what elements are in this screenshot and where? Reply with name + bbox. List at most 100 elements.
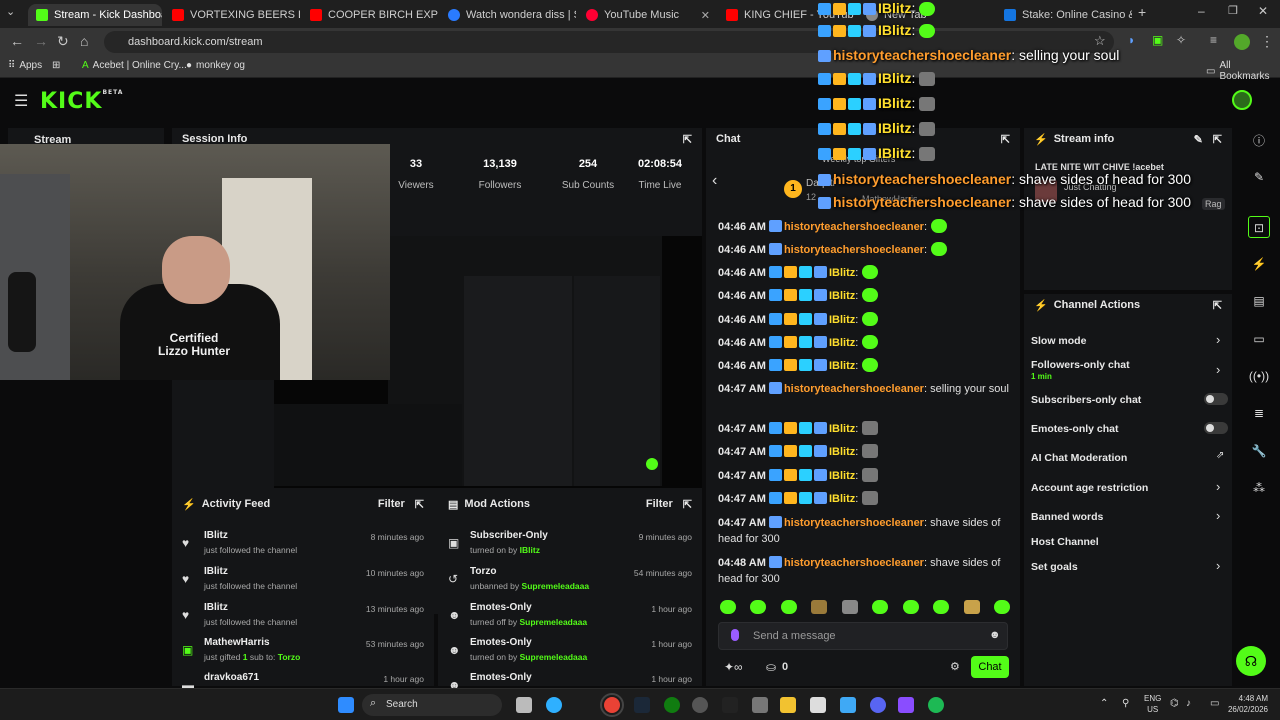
tab-search-icon[interactable]: ⌄ <box>6 5 15 18</box>
msg-user[interactable]: IBlitz <box>829 314 855 326</box>
tab-watch-wondera[interactable]: Watch wondera diss | Stre ✕ <box>440 4 576 26</box>
msg-user[interactable]: IBlitz <box>829 290 855 302</box>
points-icon[interactable]: ✦∞ <box>724 660 743 674</box>
account-age-label[interactable]: Account age restriction <box>1031 482 1148 494</box>
mod-by[interactable]: Supremeleadaaa <box>519 617 587 627</box>
tab-youtube-1[interactable]: VORTEXING BEERS LIVE W ✕ <box>164 4 300 26</box>
xbox-icon[interactable] <box>664 697 680 713</box>
extension-icon[interactable]: ◗ <box>1128 33 1135 47</box>
msg-user[interactable]: IBlitz <box>829 360 855 372</box>
info-circle-icon[interactable]: ⓘ <box>1248 130 1270 152</box>
clock[interactable]: 4:48 AM 26/02/2026 <box>1218 693 1268 715</box>
app-icon[interactable] <box>840 697 856 713</box>
extensions-puzzle-icon[interactable]: ✧ <box>1176 33 1186 47</box>
subscribers-only-toggle[interactable] <box>1204 393 1228 405</box>
activity-user[interactable]: IBlitz <box>204 566 228 577</box>
task-view-icon[interactable] <box>516 697 532 713</box>
followers-only-label[interactable]: Followers-only chat <box>1031 359 1130 371</box>
emote-icon[interactable] <box>933 600 950 614</box>
windows-start-icon[interactable] <box>338 697 354 713</box>
gift-box-icon[interactable]: ⛀ <box>766 660 776 674</box>
chevron-right-icon[interactable]: › <box>1216 332 1220 347</box>
mod-by[interactable]: IBlitz <box>520 545 540 555</box>
msg-user[interactable]: historyteachershoecleaner <box>784 221 924 233</box>
emote-icon[interactable] <box>780 600 797 614</box>
document-icon[interactable]: ▤ <box>1248 290 1270 312</box>
gift-target[interactable]: Torzo <box>278 652 301 662</box>
chevron-right-icon[interactable]: › <box>1216 508 1220 523</box>
external-link-icon[interactable]: ⇗ <box>1216 450 1224 461</box>
banned-words-label[interactable]: Banned words <box>1031 511 1103 523</box>
msg-user[interactable]: historyteachershoecleaner <box>784 244 924 256</box>
activity-user[interactable]: dravkoa671 <box>204 672 259 683</box>
popout-icon[interactable]: ⇱ <box>1001 133 1010 146</box>
support-headset-icon[interactable]: ☊ <box>1236 646 1266 676</box>
msg-user[interactable]: IBlitz <box>829 267 855 279</box>
user-avatar[interactable] <box>1232 90 1252 110</box>
close-icon[interactable]: ✕ <box>701 9 710 22</box>
microphone-icon[interactable] <box>731 629 739 641</box>
slow-mode-label[interactable]: Slow mode <box>1031 335 1086 347</box>
emote-icon[interactable] <box>811 600 828 614</box>
chrome-icon[interactable] <box>600 693 624 717</box>
tab-stake[interactable]: Stake: Online Casino & Sp ✕ <box>996 4 1132 26</box>
edge-icon[interactable] <box>546 697 562 713</box>
menu-dots-icon[interactable]: ⋮ <box>1260 33 1274 50</box>
broadcast-icon[interactable]: ((•)) <box>1248 365 1270 387</box>
kick-logo[interactable]: KICKBETA <box>40 89 123 114</box>
edit-pencil-icon[interactable]: ✎ <box>1248 166 1270 188</box>
media-icon[interactable]: ≡ <box>1210 33 1217 47</box>
msg-user[interactable]: IBlitz <box>829 493 855 505</box>
forward-icon[interactable]: → <box>34 33 48 49</box>
emote-icon[interactable] <box>902 600 919 614</box>
maximize-icon[interactable]: ❐ <box>1228 4 1238 17</box>
popout-icon[interactable]: ⇱ <box>1213 299 1222 312</box>
send-chat-button[interactable]: Chat <box>971 656 1009 678</box>
wrench-icon[interactable]: 🔧 <box>1248 440 1270 462</box>
back-icon[interactable]: ← <box>10 33 24 49</box>
hamburger-menu-icon[interactable]: ☰ <box>14 91 28 111</box>
microphone-tray-icon[interactable]: ⚲ <box>1122 698 1129 709</box>
group-icon[interactable]: ⁂ <box>1248 477 1270 499</box>
filter-button[interactable]: Filter <box>646 498 673 510</box>
emote-icon[interactable] <box>963 600 980 614</box>
msg-user[interactable]: IBlitz <box>829 470 855 482</box>
home-icon[interactable]: ⌂ <box>80 33 88 49</box>
steam-icon[interactable] <box>634 697 650 713</box>
msg-user[interactable]: historyteachershoecleaner <box>784 383 924 395</box>
layers-icon[interactable]: ≣ <box>1248 402 1270 424</box>
network-icon[interactable]: ⌬ <box>1170 698 1179 709</box>
emoji-picker-icon[interactable]: ☻ <box>989 629 1001 641</box>
mod-by[interactable]: Supremeleadaaa <box>520 652 588 662</box>
chevron-right-icon[interactable]: › <box>1216 558 1220 573</box>
tab-youtube-music[interactable]: YouTube Music ✕ <box>578 4 718 26</box>
mod-by[interactable]: Supremeleadaaa <box>522 581 590 591</box>
msg-user[interactable]: historyteachershoecleaner <box>784 557 924 569</box>
bookmark-monkey[interactable]: ● monkey og <box>186 60 245 71</box>
scan-icon[interactable]: ⊡ <box>1248 216 1270 238</box>
activity-user[interactable]: MathewHarris <box>204 637 270 648</box>
settings-icon[interactable] <box>752 697 768 713</box>
reload-icon[interactable]: ↻ <box>57 33 69 50</box>
chevron-right-icon[interactable]: › <box>1216 479 1220 494</box>
new-tab-icon[interactable]: + <box>1138 4 1146 20</box>
bookmark-apps[interactable]: ⠿ Apps <box>8 60 42 71</box>
tab-youtube-2[interactable]: COOPER BIRCH EXPOSES ✕ <box>302 4 438 26</box>
settings-gear-icon[interactable]: ⚙ <box>950 660 960 673</box>
popout-icon[interactable]: ⇱ <box>683 498 692 511</box>
msg-user[interactable]: IBlitz <box>829 337 855 349</box>
epic-games-icon[interactable] <box>722 697 738 713</box>
msg-user[interactable]: IBlitz <box>829 423 855 435</box>
window-close-icon[interactable]: ✕ <box>1258 4 1268 18</box>
msg-user[interactable]: IBlitz <box>829 446 855 458</box>
popout-icon[interactable]: ⇱ <box>683 133 692 146</box>
extension-icon[interactable]: ▣ <box>1152 33 1163 47</box>
app-icon[interactable] <box>898 697 914 713</box>
notepad-icon[interactable] <box>810 697 826 713</box>
lightning-icon[interactable]: ⚡ <box>1248 253 1270 275</box>
minimize-icon[interactable]: – <box>1198 4 1205 18</box>
emote-icon[interactable] <box>993 600 1010 614</box>
all-bookmarks[interactable]: ▭ All Bookmarks <box>1206 60 1280 82</box>
activity-user[interactable]: IBlitz <box>204 530 228 541</box>
emote-icon[interactable] <box>872 600 889 614</box>
